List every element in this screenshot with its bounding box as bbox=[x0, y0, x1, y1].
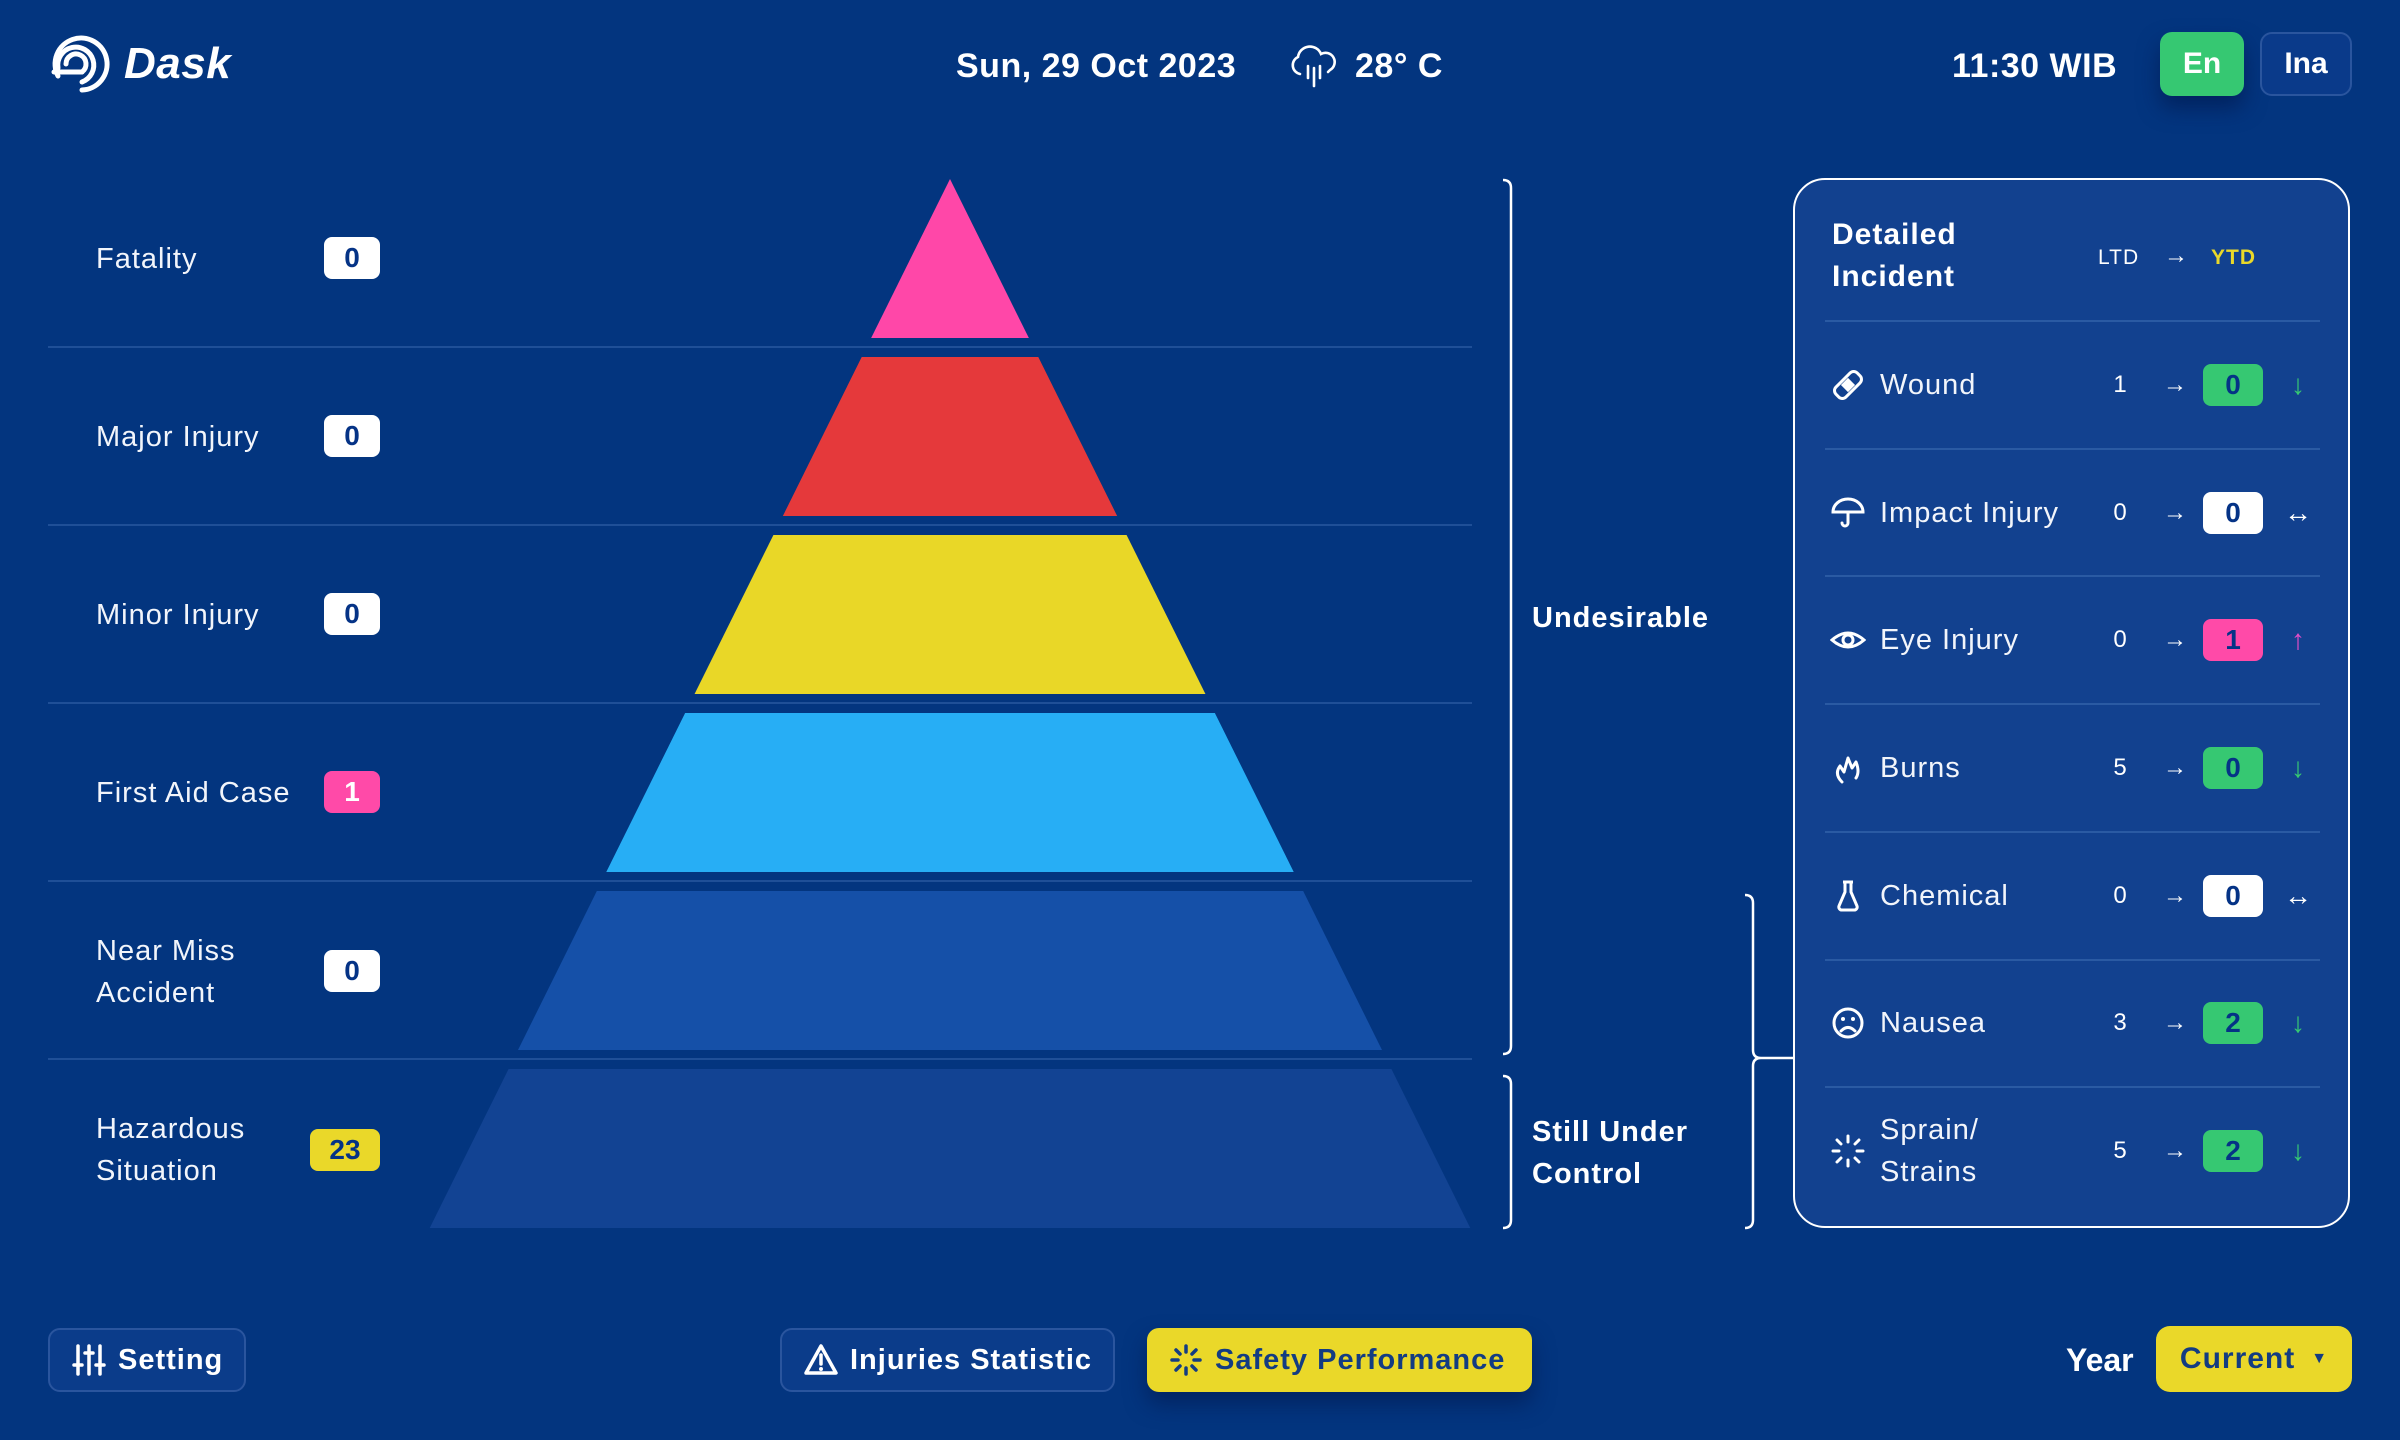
incident-label: Wound bbox=[1880, 369, 1977, 401]
incident-ytd-value: 2 bbox=[2203, 1002, 2263, 1044]
flame-icon bbox=[1835, 756, 1860, 784]
arrow-right-icon: → bbox=[2163, 754, 2187, 781]
incident-label: Sprain/Strains bbox=[1880, 1114, 1979, 1188]
panel-row-separator bbox=[1825, 959, 2320, 961]
arrow-right-icon: → bbox=[2163, 1137, 2187, 1164]
level-label-hazardous-situation: Hazardous Situation bbox=[96, 1113, 246, 1187]
panel-title: Detailed Incident bbox=[1832, 218, 1957, 293]
panel-row-separator bbox=[1825, 831, 2320, 833]
trend-up-icon: ↑ bbox=[2291, 624, 2305, 655]
flask-icon bbox=[1837, 880, 1859, 912]
burst-icon bbox=[1831, 1134, 1865, 1168]
panel-row-separator bbox=[1825, 575, 2320, 577]
level-label-major-injury: Major Injury bbox=[96, 421, 260, 453]
year-label: Year bbox=[2066, 1342, 2134, 1378]
incident-ltd-value: 3 bbox=[2113, 1009, 2127, 1036]
safety-performance-label: Safety Performance bbox=[1215, 1343, 1506, 1376]
level-separator bbox=[48, 524, 1472, 526]
arrow-right-icon: → bbox=[2164, 242, 2188, 269]
incident-ltd-value: 0 bbox=[2113, 626, 2127, 653]
year-select-value: Current bbox=[2179, 1342, 2296, 1375]
incident-ytd-value: 0 bbox=[2203, 875, 2263, 917]
bandage-icon bbox=[1833, 370, 1863, 400]
incident-ytd-value: 0 bbox=[2203, 492, 2263, 534]
incident-ytd-value: 0 bbox=[2203, 364, 2263, 406]
group-label-still-under-control: Still Under Control bbox=[1532, 1116, 1689, 1190]
setting-label: Setting bbox=[118, 1343, 224, 1376]
trend-flat-icon: ↔ bbox=[2284, 880, 2312, 911]
panel-connector-bracket bbox=[1744, 893, 1793, 1230]
trend-down-icon: ↓ bbox=[2291, 1007, 2305, 1038]
injuries-statistic-button[interactable]: Injuries Statistic bbox=[780, 1328, 1115, 1392]
incident-label: Eye Injury bbox=[1880, 624, 2019, 656]
pyramid-band-near-miss-accident bbox=[517, 891, 1383, 1050]
pyramid-band-fatality bbox=[871, 179, 1029, 338]
warning-triangle-icon bbox=[804, 1344, 838, 1375]
incident-ytd-value: 2 bbox=[2203, 1130, 2263, 1172]
level-separator bbox=[48, 702, 1472, 704]
eye-icon bbox=[1830, 631, 1866, 649]
pyramid-band-first-aid-case bbox=[606, 713, 1294, 872]
panel-row-separator bbox=[1825, 448, 2320, 450]
incident-label: Nausea bbox=[1880, 1007, 1986, 1039]
sliders-icon bbox=[72, 1344, 106, 1376]
incident-ltd-value: 5 bbox=[2113, 754, 2127, 781]
incident-ltd-value: 1 bbox=[2113, 371, 2127, 398]
umbrella-icon bbox=[1831, 497, 1865, 528]
incident-ytd-value: 0 bbox=[2203, 747, 2263, 789]
level-label-fatality: Fatality bbox=[96, 243, 198, 275]
panel-row-separator bbox=[1825, 320, 2320, 322]
pyramid-band-minor-injury bbox=[694, 535, 1206, 694]
trend-down-icon: ↓ bbox=[2291, 752, 2305, 783]
level-label-near-miss: Near Miss Accident bbox=[96, 935, 236, 1009]
caret-down-icon: ▼ bbox=[2311, 1350, 2329, 1367]
arrow-right-icon: → bbox=[2163, 882, 2187, 909]
arrow-right-icon: → bbox=[2163, 499, 2187, 526]
level-count-first-aid-case: 1 bbox=[324, 771, 380, 813]
still-under-control-bracket bbox=[1502, 1074, 1513, 1230]
burst-icon bbox=[1170, 1344, 1202, 1376]
incident-ltd-value: 5 bbox=[2113, 1137, 2127, 1164]
pyramid-band-hazardous-situation bbox=[429, 1069, 1471, 1228]
column-header-ytd: YTD bbox=[2211, 246, 2256, 269]
safety-performance-button[interactable]: Safety Performance bbox=[1147, 1328, 1532, 1392]
level-count-fatality: 0 bbox=[324, 237, 380, 279]
pyramid-band-major-injury bbox=[782, 357, 1118, 516]
setting-button[interactable]: Setting bbox=[48, 1328, 246, 1392]
year-select[interactable]: Current ▼ bbox=[2156, 1326, 2352, 1392]
level-label-minor-injury: Minor Injury bbox=[96, 599, 260, 631]
level-separator bbox=[48, 1058, 1472, 1060]
trend-flat-icon: ↔ bbox=[2284, 497, 2312, 528]
level-count-near-miss: 0 bbox=[324, 950, 380, 992]
level-count-minor-injury: 0 bbox=[324, 593, 380, 635]
incident-ltd-value: 0 bbox=[2113, 882, 2127, 909]
panel-row-separator bbox=[1825, 1086, 2320, 1088]
trend-down-icon: ↓ bbox=[2291, 1135, 2305, 1166]
incident-label: Impact Injury bbox=[1880, 497, 2059, 529]
incident-label: Chemical bbox=[1880, 880, 2009, 912]
incident-ltd-value: 0 bbox=[2113, 499, 2127, 526]
incident-ytd-value: 1 bbox=[2203, 619, 2263, 661]
level-label-first-aid-case: First Aid Case bbox=[96, 777, 291, 809]
injuries-statistic-label: Injuries Statistic bbox=[850, 1343, 1093, 1376]
level-separator bbox=[48, 880, 1472, 882]
level-separator bbox=[48, 346, 1472, 348]
incident-label: Burns bbox=[1880, 752, 1961, 784]
arrow-right-icon: → bbox=[2163, 1009, 2187, 1036]
column-header-ltd: LTD bbox=[2098, 246, 2140, 269]
sad-face-icon bbox=[1832, 1007, 1864, 1039]
level-count-hazardous-situation: 23 bbox=[310, 1129, 380, 1171]
arrow-right-icon: → bbox=[2163, 371, 2187, 398]
trend-down-icon: ↓ bbox=[2291, 369, 2305, 400]
panel-row-separator bbox=[1825, 703, 2320, 705]
undesirable-bracket bbox=[1502, 178, 1513, 1056]
level-count-major-injury: 0 bbox=[324, 415, 380, 457]
group-label-undesirable: Undesirable bbox=[1532, 602, 1709, 634]
arrow-right-icon: → bbox=[2163, 626, 2187, 653]
group-brackets bbox=[1502, 178, 1793, 1230]
